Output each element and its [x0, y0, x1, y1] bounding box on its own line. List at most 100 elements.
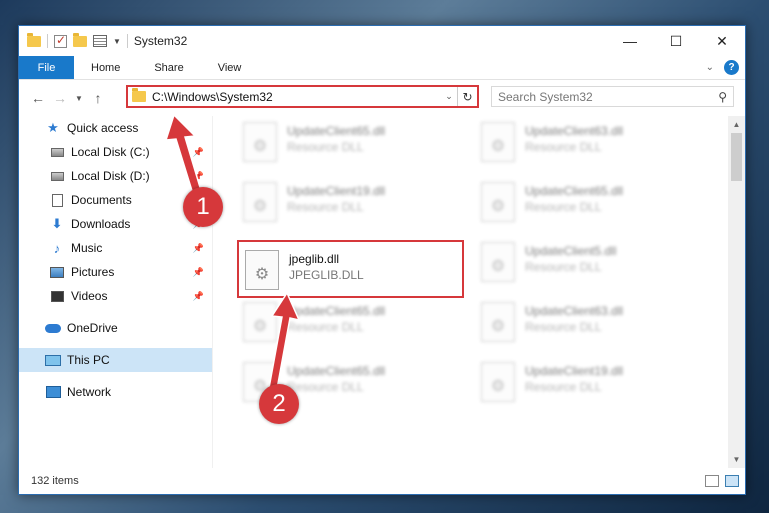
search-icon[interactable]: ⚲	[718, 90, 727, 104]
chevron-down-icon[interactable]: ⌄	[441, 91, 457, 102]
close-button[interactable]: ✕	[699, 26, 745, 56]
large-icons-view-icon[interactable]	[725, 475, 739, 487]
scroll-thumb[interactable]	[731, 133, 742, 181]
file-name: UpdateClient65.dll	[287, 364, 386, 378]
quick-access-toolbar: ▼	[19, 32, 128, 48]
window-title: System32	[133, 34, 188, 48]
file-name: UpdateClient63.dll	[525, 304, 624, 318]
nav-label: Downloads	[71, 217, 131, 231]
properties-check-icon[interactable]	[54, 33, 67, 48]
title-bar: ▼ System32 — ☐ ✕	[19, 26, 745, 56]
up-arrow-icon[interactable]: ↑	[87, 90, 109, 106]
file-name: UpdateClient19.dll	[287, 184, 386, 198]
file-name: UpdateClient5.dll	[525, 244, 617, 258]
nav-label: Local Disk (C:)	[71, 145, 150, 159]
dll-file-icon: ⚙	[481, 122, 515, 162]
vertical-scrollbar[interactable]: ▲ ▼	[728, 116, 745, 468]
scroll-up-icon[interactable]: ▲	[728, 116, 745, 133]
pin-icon[interactable]: 📌	[193, 171, 204, 182]
tab-file[interactable]: File	[19, 56, 74, 79]
pin-icon[interactable]: 📌	[193, 147, 204, 158]
nav-local-disk-c[interactable]: Local Disk (C:) 📌	[19, 140, 212, 164]
nav-quick-access[interactable]: ★ Quick access	[19, 116, 212, 140]
file-tile[interactable]: ⚙ UpdateClient5.dll Resource DLL	[477, 240, 697, 288]
tab-view[interactable]: View	[201, 56, 259, 79]
navigation-pane: ★ Quick access Local Disk (C:) 📌 Local D…	[19, 116, 212, 468]
file-tile[interactable]: ⚙ UpdateClient63.dll Resource DLL	[477, 300, 697, 348]
file-tile[interactable]: ⚙ UpdateClient63.dll Resource DLL	[477, 120, 697, 168]
scroll-down-icon[interactable]: ▼	[728, 451, 745, 468]
file-type: Resource DLL	[525, 380, 602, 394]
pin-icon[interactable]: 📌	[193, 267, 204, 278]
nav-pictures[interactable]: Pictures 📌	[19, 260, 212, 284]
pin-icon[interactable]: 📌	[193, 291, 204, 302]
address-path[interactable]: C:\Windows\System32	[152, 90, 441, 104]
nav-onedrive[interactable]: OneDrive	[19, 316, 212, 340]
file-tile[interactable]: ⚙ UpdateClient65.dll Resource DLL	[239, 300, 459, 348]
nav-network[interactable]: Network	[19, 380, 212, 404]
nav-this-pc[interactable]: This PC	[19, 348, 212, 372]
nav-videos[interactable]: Videos 📌	[19, 284, 212, 308]
navigation-bar: ← → ▼ ↑ C:\Windows\System32 ⌄ ↻ Search S…	[19, 80, 745, 116]
back-arrow-icon[interactable]: ←	[27, 90, 49, 106]
explorer-window: ▼ System32 — ☐ ✕ File Home Share View ⌄ …	[18, 25, 746, 495]
file-tile[interactable]: ⚙ UpdateClient19.dll Resource DLL	[477, 360, 697, 408]
nav-local-disk-d[interactable]: Local Disk (D:) 📌	[19, 164, 212, 188]
dll-file-icon: ⚙	[243, 182, 277, 222]
tab-share[interactable]: Share	[137, 56, 200, 79]
minimize-button[interactable]: —	[607, 26, 653, 56]
search-input[interactable]: Search System32 ⚲	[491, 86, 734, 107]
properties-icon[interactable]	[93, 35, 107, 47]
dll-file-icon: ⚙	[481, 302, 515, 342]
help-icon[interactable]: ?	[724, 60, 739, 75]
music-icon: ♪	[53, 240, 61, 256]
file-name: UpdateClient19.dll	[525, 364, 624, 378]
nav-music[interactable]: ♪ Music 📌	[19, 236, 212, 260]
file-tile[interactable]: ⚙ UpdateClient65.dll Resource DLL	[239, 120, 459, 168]
file-tile-jpeglib[interactable]: ⚙ jpeglib.dll JPEGLIB.DLL	[237, 240, 464, 298]
folder-icon	[27, 32, 41, 47]
item-count: 132 items	[31, 475, 79, 487]
forward-arrow-icon[interactable]: →	[49, 90, 71, 106]
videos-icon	[49, 290, 65, 302]
file-type: JPEGLIB.DLL	[289, 268, 364, 282]
divider	[126, 34, 128, 48]
step-badge-2: 2	[259, 384, 299, 424]
file-name: UpdateClient65.dll	[525, 184, 624, 198]
new-folder-icon[interactable]	[73, 32, 87, 47]
computer-icon	[45, 354, 61, 366]
dll-file-icon: ⚙	[481, 242, 515, 282]
tab-home[interactable]: Home	[74, 56, 137, 79]
nav-label: OneDrive	[67, 321, 118, 335]
file-type: Resource DLL	[287, 320, 364, 334]
details-view-icon[interactable]	[705, 475, 719, 487]
nav-label: Local Disk (D:)	[71, 169, 150, 183]
file-tile[interactable]: ⚙ UpdateClient65.dll Resource DLL	[477, 180, 697, 228]
file-type: Resource DLL	[525, 140, 602, 154]
file-name: UpdateClient63.dll	[525, 124, 624, 138]
file-type: Resource DLL	[287, 200, 364, 214]
recent-locations-icon[interactable]: ▼	[71, 94, 87, 103]
divider	[47, 34, 48, 48]
local-disk-icon	[49, 171, 65, 181]
nav-downloads[interactable]: ⬇ Downloads 📌	[19, 212, 212, 236]
chevron-down-icon[interactable]: ▼	[113, 37, 121, 46]
nav-label: Videos	[71, 289, 108, 303]
file-type: Resource DLL	[525, 200, 602, 214]
downloads-icon: ⬇	[51, 216, 63, 231]
onedrive-cloud-icon	[45, 323, 61, 333]
nav-label: Music	[71, 241, 103, 255]
dll-file-icon: ⚙	[481, 182, 515, 222]
dll-file-icon: ⚙	[481, 362, 515, 402]
nav-label: This PC	[67, 353, 110, 367]
file-tile[interactable]: ⚙ UpdateClient19.dll Resource DLL	[239, 180, 459, 228]
file-type: Resource DLL	[525, 320, 602, 334]
maximize-button[interactable]: ☐	[653, 26, 699, 56]
address-bar[interactable]: C:\Windows\System32 ⌄ ↻	[126, 85, 479, 108]
expand-ribbon-icon[interactable]: ⌄	[706, 62, 714, 73]
search-placeholder: Search System32	[498, 89, 593, 104]
view-toggle	[705, 475, 739, 487]
refresh-icon[interactable]: ↻	[457, 87, 477, 106]
star-icon: ★	[47, 120, 59, 135]
pin-icon[interactable]: 📌	[193, 243, 204, 254]
